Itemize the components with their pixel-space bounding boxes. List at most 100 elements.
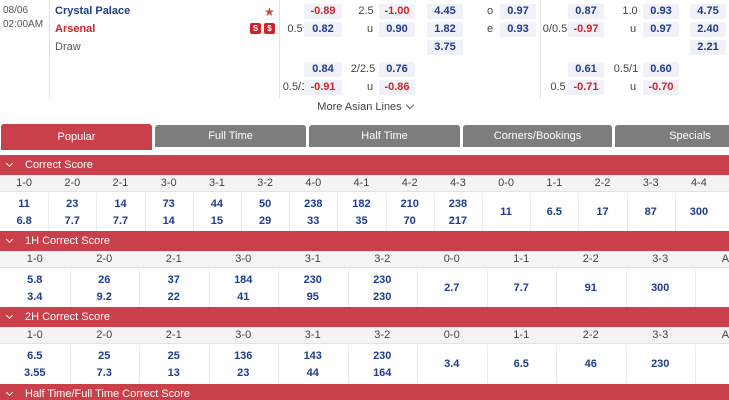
score-odds[interactable]: 22 xyxy=(139,290,209,304)
stream-badge-icon[interactable]: S xyxy=(250,23,261,34)
ft-even-odds[interactable]: 0.93 xyxy=(500,22,536,37)
score-odds[interactable]: 70 xyxy=(386,214,434,228)
h1-1x2-away-odds[interactable]: 2.40 xyxy=(690,22,726,37)
home-team[interactable]: Crystal Palace xyxy=(55,5,130,17)
star-icon[interactable]: ★ xyxy=(264,5,275,19)
score-odds[interactable]: 230 xyxy=(348,290,418,304)
score-odds[interactable]: 230 xyxy=(348,273,418,287)
section-header-correct-score[interactable]: Correct Score xyxy=(0,155,729,175)
ft-hcp-home-odds[interactable]: -0.89 xyxy=(304,4,342,19)
score-odds[interactable]: 95 xyxy=(278,290,348,304)
score-odds[interactable]: 238 xyxy=(289,197,337,211)
score-odds[interactable]: 164 xyxy=(348,366,418,380)
chevron-down-icon xyxy=(5,159,14,168)
score-odds[interactable]: 25 xyxy=(139,349,209,363)
score-odds[interactable]: 14 xyxy=(145,214,193,228)
h1-hcp-away-odds[interactable]: -0.97 xyxy=(568,22,604,37)
score-odds[interactable]: 37 xyxy=(139,273,209,287)
score-odds[interactable]: 7.7 xyxy=(487,281,557,295)
h1-ou-alt-under-odds[interactable]: -0.70 xyxy=(643,80,679,95)
h1-1x2-draw-odds[interactable]: 2.21 xyxy=(690,40,726,55)
score-odds[interactable]: 9.2 xyxy=(70,290,140,304)
score-odds[interactable]: 17 xyxy=(578,205,626,219)
away-team[interactable]: Arsenal xyxy=(55,23,95,35)
score-odds[interactable]: 44 xyxy=(193,197,241,211)
score-odds[interactable]: 50 xyxy=(241,197,289,211)
h1-ou-under-odds[interactable]: 0.97 xyxy=(643,22,679,37)
score-odds[interactable]: 7.3 xyxy=(70,366,140,380)
ft-ou-over-odds[interactable]: -1.00 xyxy=(379,4,415,19)
score-odds[interactable]: 143 xyxy=(278,349,348,363)
score-odds[interactable]: 6.5 xyxy=(487,357,557,371)
score-odds[interactable]: 300 xyxy=(675,205,723,219)
ft-ou-under-odds[interactable]: 0.90 xyxy=(379,22,415,37)
score-odds[interactable]: 14 xyxy=(96,197,144,211)
h1-ou-over-odds[interactable]: 0.93 xyxy=(643,4,679,19)
score-odds[interactable]: 3.4 xyxy=(0,290,70,304)
ft-ou-alt-over-odds[interactable]: 0.76 xyxy=(379,62,415,77)
score-odds[interactable]: 136 xyxy=(209,349,279,363)
score-odds[interactable]: 15 xyxy=(193,214,241,228)
score-odds[interactable]: 238 xyxy=(434,197,482,211)
more-asian-lines-link[interactable]: More Asian Lines xyxy=(280,100,450,113)
score-odds[interactable]: 184 xyxy=(209,273,279,287)
tab-corners-bookings[interactable]: Corners/Bookings xyxy=(463,125,612,147)
score-odds[interactable]: 11 xyxy=(482,205,530,219)
ft-hcp-away-odds[interactable]: 0.82 xyxy=(304,22,342,37)
ft-1x2-away-odds[interactable]: 1.82 xyxy=(427,22,463,37)
score-odds[interactable]: 217 xyxy=(434,214,482,228)
score-odds[interactable]: 46 xyxy=(556,357,626,371)
score-odds[interactable]: 41 xyxy=(209,290,279,304)
ft-ou-alt-under-odds[interactable]: -0.86 xyxy=(379,80,415,95)
score-odds[interactable]: 6.5 xyxy=(530,205,578,219)
tab-specials[interactable]: Specials xyxy=(615,125,729,147)
score-odds[interactable]: 23 xyxy=(48,197,96,211)
score-odds[interactable]: 35 xyxy=(337,214,385,228)
score-odds[interactable]: 300 xyxy=(626,281,696,295)
section-header-2h-correct-score[interactable]: 2H Correct Score xyxy=(0,307,729,327)
tab-full-time[interactable]: Full Time xyxy=(155,125,306,147)
tab-half-time[interactable]: Half Time xyxy=(309,125,460,147)
score-odds[interactable]: 44 xyxy=(278,366,348,380)
score-odds[interactable]: 91 xyxy=(556,281,626,295)
score-odds[interactable]: 23 xyxy=(209,366,279,380)
score-odds[interactable]: 3.55 xyxy=(0,366,70,380)
score-odds[interactable]: 25 xyxy=(70,349,140,363)
score-odds[interactable]: 87 xyxy=(627,205,675,219)
score-odds[interactable]: 11 xyxy=(0,197,48,211)
score-odds[interactable]: 13 xyxy=(139,366,209,380)
section-header-htft-correct-score[interactable]: Half Time/Full Time Correct Score xyxy=(0,384,729,400)
h1-ou-alt-over-odds[interactable]: 0.60 xyxy=(643,62,679,77)
score-odds[interactable]: 33 xyxy=(289,214,337,228)
h1-hcp-home-odds[interactable]: 0.87 xyxy=(568,4,604,19)
ft-1x2-home-odds[interactable]: 4.45 xyxy=(427,4,463,19)
score-label: 2-1 xyxy=(112,177,129,189)
score-odds[interactable]: 3.4 xyxy=(417,357,487,371)
score-odds[interactable]: 182 xyxy=(337,197,385,211)
score-odds[interactable]: 73 xyxy=(145,197,193,211)
h1-hcp-alt-home-odds[interactable]: 0.61 xyxy=(568,62,604,77)
score-odds[interactable]: 29 xyxy=(241,214,289,228)
score-odds[interactable]: 230 xyxy=(278,273,348,287)
h1-hcp-alt-away-odds[interactable]: -0.71 xyxy=(568,80,604,95)
score-odds[interactable]: 7.7 xyxy=(48,214,96,228)
ft-odd-odds[interactable]: 0.97 xyxy=(500,4,536,19)
score-odds[interactable]: 26 xyxy=(70,273,140,287)
ft-1x2-draw-odds[interactable]: 3.75 xyxy=(427,40,463,55)
score-odds[interactable]: 6.8 xyxy=(0,214,48,228)
tab-popular[interactable]: Popular xyxy=(1,124,152,150)
score-odds[interactable]: 5.8 xyxy=(0,273,70,287)
bet-badge-icon[interactable]: $ xyxy=(264,23,275,34)
score-odds[interactable]: 230 xyxy=(626,357,696,371)
score-odds[interactable]: 7.7 xyxy=(96,214,144,228)
score-odds[interactable]: 6.5 xyxy=(0,349,70,363)
section-header-1h-correct-score[interactable]: 1H Correct Score xyxy=(0,231,729,251)
ft-hcp-alt-away-odds[interactable]: -0.91 xyxy=(304,80,342,95)
score-odds[interactable]: 2.7 xyxy=(417,281,487,295)
score-label: 2-2 xyxy=(582,253,599,265)
score-odds[interactable]: 210 xyxy=(386,197,434,211)
score-odds[interactable]: 230 xyxy=(348,349,418,363)
h1-1x2-home-odds[interactable]: 4.75 xyxy=(690,4,726,19)
score-label: 3-3 xyxy=(652,253,669,265)
ft-hcp-alt-home-odds[interactable]: 0.84 xyxy=(304,62,342,77)
